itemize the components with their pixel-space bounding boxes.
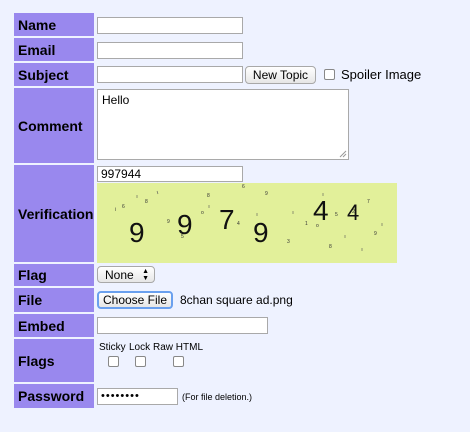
flag-lock-label: Lock xyxy=(129,342,151,353)
svg-text:i: i xyxy=(115,207,116,213)
password-hint: (For file deletion.) xyxy=(182,392,253,402)
file-label: File xyxy=(14,288,94,312)
svg-text:9: 9 xyxy=(374,231,377,237)
resize-handle-icon[interactable] xyxy=(339,150,347,158)
captcha-char: 9 xyxy=(129,217,145,248)
svg-text:9: 9 xyxy=(167,219,170,225)
spoiler-checkbox[interactable] xyxy=(324,69,335,80)
password-label: Password xyxy=(14,384,94,408)
svg-text:6: 6 xyxy=(242,184,245,190)
subject-label: Subject xyxy=(14,63,94,86)
raw-html-checkbox[interactable] xyxy=(173,356,184,367)
flags-label: Flags xyxy=(14,339,94,382)
captcha-char: 9 xyxy=(253,217,269,248)
svg-text:3: 3 xyxy=(287,239,290,245)
captcha-image: i68 958 469 318 527 9oo 9 9 7 9 4 4 xyxy=(97,183,397,263)
select-arrows-icon: ▲ ▼ xyxy=(142,268,149,282)
name-input[interactable] xyxy=(97,17,243,34)
svg-text:8: 8 xyxy=(145,199,148,205)
embed-input[interactable] xyxy=(97,317,268,334)
verification-label: Verification xyxy=(14,165,94,262)
flag-raw-html-label: Raw HTML xyxy=(153,342,204,353)
comment-text: Hello xyxy=(102,93,130,107)
comment-label: Comment xyxy=(14,88,94,163)
flag-select[interactable]: None ▲ ▼ xyxy=(97,266,155,283)
email-input[interactable] xyxy=(97,42,243,59)
verification-input[interactable]: 997944 xyxy=(97,166,243,182)
svg-text:7: 7 xyxy=(367,199,370,205)
sticky-checkbox[interactable] xyxy=(108,356,119,367)
captcha-char: 7 xyxy=(219,204,235,235)
svg-text:1: 1 xyxy=(305,221,308,227)
choose-file-button[interactable]: Choose File xyxy=(97,291,173,309)
svg-text:9: 9 xyxy=(265,191,268,197)
spoiler-label: Spoiler Image xyxy=(341,67,422,82)
captcha-char: 4 xyxy=(313,195,329,226)
comment-textarea[interactable]: Hello xyxy=(97,89,349,160)
file-name: 8chan square ad.png xyxy=(180,293,293,307)
flag-label: Flag xyxy=(14,264,94,286)
captcha-char: 9 xyxy=(177,209,193,240)
lock-checkbox[interactable] xyxy=(135,356,146,367)
captcha-char: 4 xyxy=(347,200,360,225)
password-input[interactable]: •••••••• xyxy=(97,388,178,405)
flag-select-value: None xyxy=(105,267,134,282)
name-label: Name xyxy=(14,13,94,36)
svg-text:4: 4 xyxy=(237,221,240,227)
svg-text:o: o xyxy=(201,210,204,216)
embed-label: Embed xyxy=(14,314,94,337)
new-topic-button[interactable]: New Topic xyxy=(245,66,316,84)
flag-sticky-label: Sticky xyxy=(99,342,126,353)
svg-text:5: 5 xyxy=(335,212,338,218)
subject-input[interactable] xyxy=(97,66,243,83)
email-label: Email xyxy=(14,38,94,61)
svg-text:8: 8 xyxy=(207,193,210,199)
svg-text:8: 8 xyxy=(329,244,332,250)
svg-text:6: 6 xyxy=(122,204,125,210)
